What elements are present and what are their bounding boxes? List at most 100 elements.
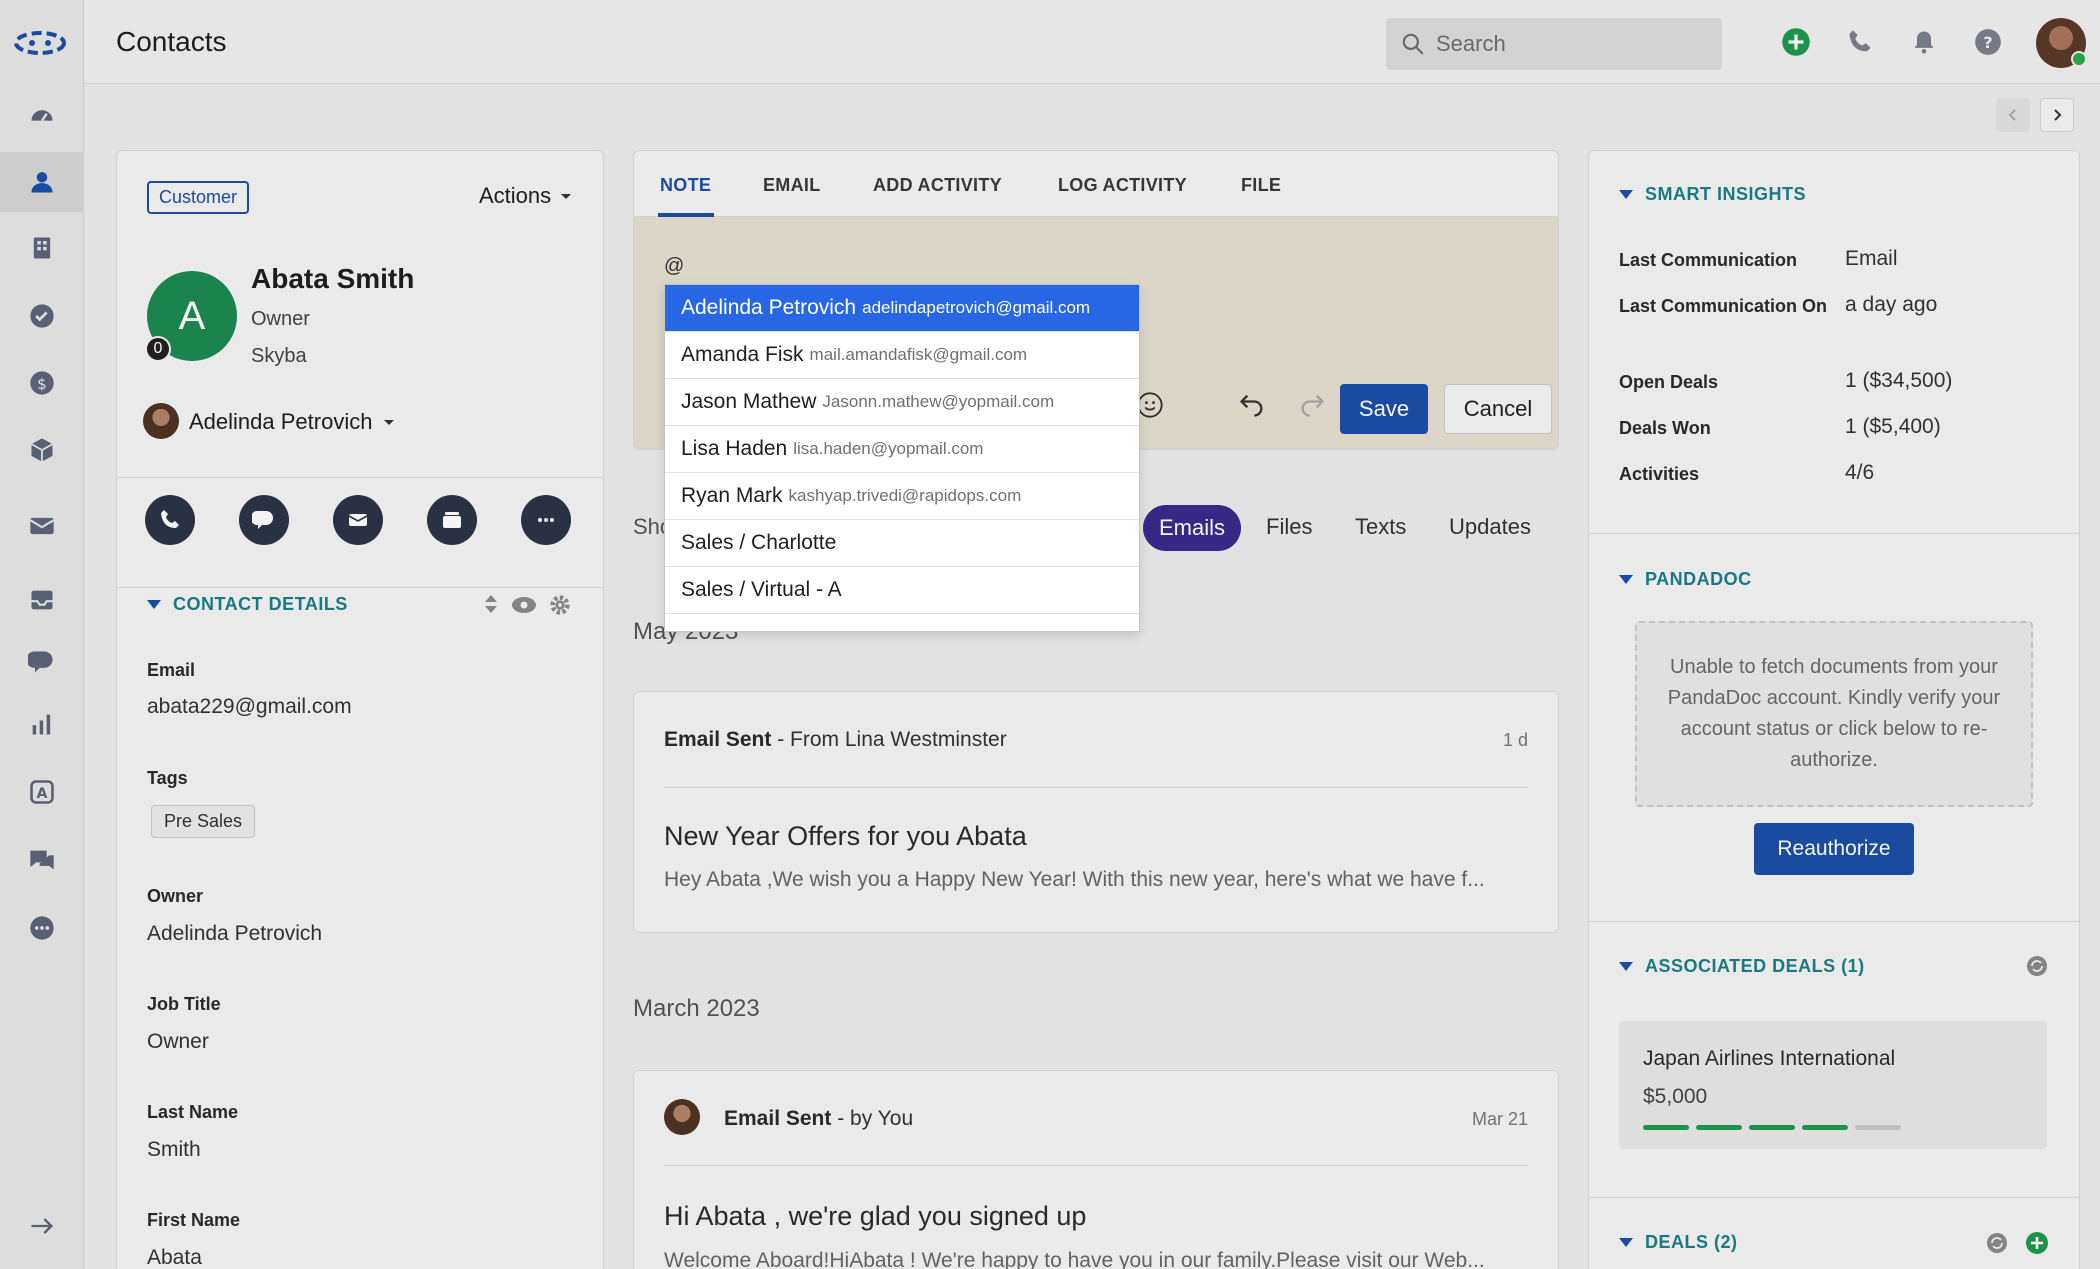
first-name-value[interactable]: Abata <box>147 1246 202 1269</box>
last-name-value[interactable]: Smith <box>147 1138 201 1162</box>
deal-stage-segment <box>1696 1125 1742 1130</box>
automation-icon[interactable]: A <box>0 762 84 822</box>
tasks-check-icon[interactable] <box>0 286 84 346</box>
mention-item[interactable]: Ryan Mark kashyap.trivedi@rapidops.com <box>665 473 1139 520</box>
refresh-icon[interactable] <box>1985 1231 2009 1255</box>
more-apps-icon[interactable] <box>0 898 84 958</box>
email-card-header: Email Sent - by You <box>724 1107 913 1131</box>
cancel-button[interactable]: Cancel <box>1444 384 1552 434</box>
deals-dollar-icon[interactable]: $ <box>0 353 84 413</box>
mention-email: kashyap.trivedi@rapidops.com <box>788 486 1022 505</box>
deal-stage-segment <box>1855 1125 1901 1130</box>
filter-texts[interactable]: Texts <box>1355 514 1406 540</box>
owner-value[interactable]: Adelinda Petrovich <box>147 922 322 946</box>
contact-details-header[interactable]: CONTACT DETAILS <box>147 594 348 615</box>
associated-deals-header[interactable]: ASSOCIATED DEALS (1) <box>1619 956 1865 977</box>
notifications-bell-icon[interactable] <box>1906 24 1942 60</box>
conversations-icon[interactable] <box>0 830 84 890</box>
page-title: Contacts <box>116 26 227 57</box>
inbox-icon[interactable] <box>0 570 84 630</box>
phone-icon[interactable] <box>1842 24 1878 60</box>
redo-icon[interactable] <box>1298 393 1326 417</box>
mention-item[interactable]: Sales / Charlotte <box>665 520 1139 567</box>
save-button[interactable]: Save <box>1340 384 1428 434</box>
undo-icon[interactable] <box>1238 393 1266 417</box>
smart-insights-header[interactable]: SMART INSIGHTS <box>1619 184 1806 205</box>
note-text-input[interactable]: @ <box>664 255 684 278</box>
mention-item[interactable]: Lisa Haden lisa.haden@yopmail.com <box>665 426 1139 473</box>
filter-files[interactable]: Files <box>1266 514 1312 540</box>
mention-item[interactable]: Jason Mathew Jasonn.mathew@yopmail.com <box>665 379 1139 426</box>
tab-add-activity[interactable]: ADD ACTIVITY <box>873 175 1002 196</box>
mail-icon[interactable] <box>0 496 84 556</box>
sms-button[interactable] <box>239 495 289 545</box>
settings-gear-icon[interactable] <box>549 594 571 616</box>
actions-dropdown[interactable]: Actions <box>479 183 573 209</box>
dashboard-icon[interactable] <box>0 86 84 146</box>
contact-name: Abata Smith <box>251 263 415 294</box>
products-box-icon[interactable] <box>0 420 84 480</box>
email-subject[interactable]: Hi Abata , we're glad you signed up <box>664 1201 1086 1232</box>
deal-card[interactable]: Japan Airlines International $5,000 <box>1619 1021 2047 1149</box>
email-type: Email Sent <box>724 1107 832 1130</box>
prev-record-button[interactable] <box>1996 98 2030 132</box>
last-name-label: Last Name <box>147 1102 239 1122</box>
job-title-label: Job Title <box>147 994 221 1014</box>
expand-arrow-icon[interactable] <box>0 1196 84 1256</box>
mention-dropdown: Adelinda Petrovich adelindapetrovich@gma… <box>664 284 1140 632</box>
user-avatar[interactable] <box>2036 18 2087 68</box>
actions-label: Actions <box>479 183 552 208</box>
deals-header[interactable]: DEALS (2) <box>1619 1232 1738 1253</box>
filter-updates[interactable]: Updates <box>1449 514 1531 540</box>
pandadoc-header[interactable]: PANDADOC <box>1619 569 1752 590</box>
bulk-email-button[interactable] <box>427 495 477 545</box>
email-button[interactable] <box>333 495 383 545</box>
contact-profile-panel: Customer Actions A 0 Abata Smith Owner S… <box>116 150 604 1269</box>
mention-item[interactable]: Sales / Virtual - A <box>665 567 1139 614</box>
next-record-button[interactable] <box>2040 98 2074 132</box>
divider <box>664 1165 1528 1166</box>
reports-bar-icon[interactable] <box>0 694 84 754</box>
help-icon[interactable]: ? <box>1970 24 2006 60</box>
tab-note[interactable]: NOTE <box>660 175 711 196</box>
contacts-icon[interactable] <box>0 152 84 212</box>
reauthorize-button[interactable]: Reauthorize <box>1754 823 1914 875</box>
tab-log-activity[interactable]: LOG ACTIVITY <box>1058 175 1187 196</box>
divider <box>664 787 1528 788</box>
tab-file[interactable]: FILE <box>1241 175 1281 196</box>
more-options-button[interactable] <box>521 495 571 545</box>
sort-icon[interactable] <box>481 592 501 616</box>
app-logo-icon[interactable] <box>12 26 68 60</box>
timeline-month: March 2023 <box>633 995 760 1022</box>
job-title-value[interactable]: Owner <box>147 1030 209 1054</box>
add-deal-icon[interactable] <box>2025 1231 2049 1255</box>
contact-details-title: CONTACT DETAILS <box>173 594 348 614</box>
owner-avatar <box>143 403 179 439</box>
call-button[interactable] <box>145 495 195 545</box>
mention-item[interactable]: Adelinda Petrovich adelindapetrovich@gma… <box>665 285 1139 332</box>
refresh-icon[interactable] <box>2025 954 2049 978</box>
emoji-icon[interactable] <box>1136 391 1164 419</box>
insight-value: 1 ($34,500) <box>1845 369 1953 392</box>
email-time: 1 d <box>1502 730 1528 750</box>
filter-emails[interactable]: Emails <box>1143 505 1241 551</box>
search-input[interactable] <box>1436 31 1696 57</box>
insight-label: Last Communication On <box>1619 296 1828 316</box>
mention-name: Sales / Virtual - A <box>681 578 842 601</box>
add-new-icon[interactable] <box>1778 24 1814 60</box>
tag-pre-sales[interactable]: Pre Sales <box>151 805 256 838</box>
tab-email[interactable]: EMAIL <box>763 175 821 196</box>
customer-badge: Customer <box>147 181 250 214</box>
phone-chat-icon[interactable] <box>0 632 84 692</box>
timeline-email-card[interactable]: Email Sent - by You Mar 21 Hi Abata , we… <box>633 1070 1559 1269</box>
companies-icon[interactable] <box>0 218 84 278</box>
email-value[interactable]: abata229@gmail.com <box>147 695 352 719</box>
timeline-email-card[interactable]: Email Sent - From Lina Westminster 1 d N… <box>633 691 1559 933</box>
email-subject[interactable]: New Year Offers for you Abata <box>664 821 1027 852</box>
owner-selector[interactable]: Adelinda Petrovich <box>189 409 396 435</box>
insight-label: Deals Won <box>1619 418 1711 438</box>
global-search[interactable] <box>1386 18 1722 70</box>
eye-icon[interactable] <box>511 595 537 615</box>
mention-item[interactable]: Amanda Fisk mail.amandafisk@gmail.com <box>665 332 1139 379</box>
mail-icon <box>348 514 368 526</box>
